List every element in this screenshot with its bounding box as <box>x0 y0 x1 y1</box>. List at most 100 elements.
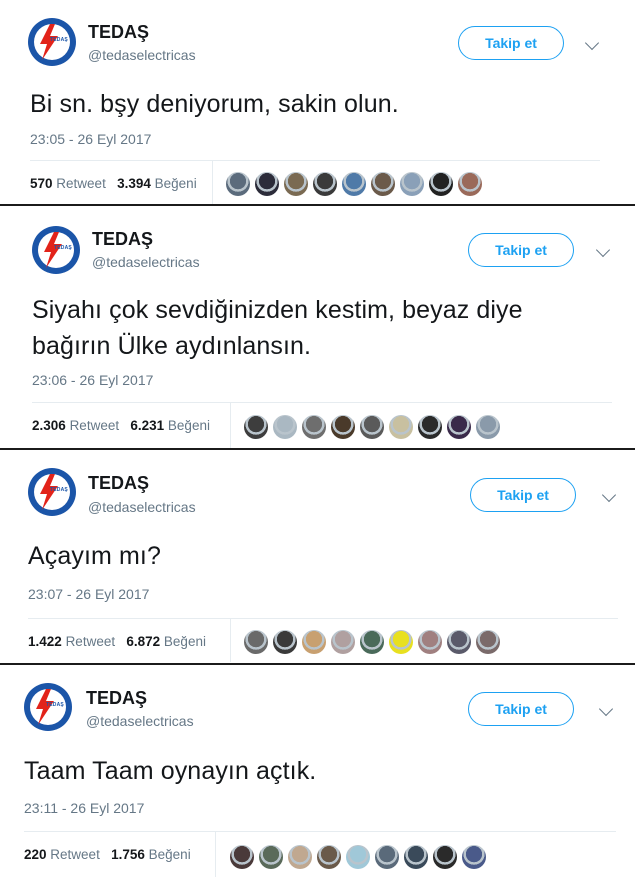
liker-avatar[interactable] <box>389 415 413 439</box>
logo-text: TEDAŞ <box>46 702 64 708</box>
chevron-down-icon[interactable] <box>601 487 617 503</box>
liker-avatar[interactable] <box>273 630 297 654</box>
retweet-count[interactable]: 570 <box>30 176 53 191</box>
tweet-stats: 2.306 Retweet 6.231 Beğeni <box>32 418 210 433</box>
follow-button[interactable]: Takip et <box>468 233 574 267</box>
tedas-logo-avatar[interactable]: TEDAŞ <box>32 226 80 274</box>
stats-divider <box>30 160 600 161</box>
like-count[interactable]: 1.756 <box>111 847 145 862</box>
liker-avatar[interactable] <box>331 415 355 439</box>
tedas-logo-avatar[interactable]: TEDAŞ <box>24 683 72 731</box>
tedas-logo-avatar[interactable]: TEDAŞ <box>28 18 76 66</box>
liker-avatar[interactable] <box>476 630 500 654</box>
liker-avatar[interactable] <box>317 845 341 869</box>
liker-avatars <box>244 415 500 439</box>
liker-avatar[interactable] <box>360 630 384 654</box>
like-count[interactable]: 6.872 <box>126 634 160 649</box>
stats-separator <box>215 831 216 877</box>
liker-avatars <box>230 845 486 869</box>
like-count[interactable]: 6.231 <box>130 418 164 433</box>
liker-avatar[interactable] <box>255 172 279 196</box>
account-name[interactable]: TEDAŞ <box>88 473 149 494</box>
tweet-card: TEDAŞ TEDAŞ @tedaselectricas Takip et Bi sn.… <box>0 0 635 204</box>
liker-avatar[interactable] <box>447 415 471 439</box>
retweet-count[interactable]: 1.422 <box>28 634 62 649</box>
stats-separator <box>230 402 231 448</box>
like-label[interactable]: Beğeni <box>155 176 197 191</box>
liker-avatar[interactable] <box>404 845 428 869</box>
liker-avatar[interactable] <box>433 845 457 869</box>
liker-avatar[interactable] <box>375 845 399 869</box>
stats-separator <box>212 160 213 204</box>
tweet-card: TEDAŞ TEDAŞ @tedaselectricas Takip et Taam T… <box>0 665 635 880</box>
liker-avatar[interactable] <box>476 415 500 439</box>
tweet-timestamp[interactable]: 23:11 - 26 Eyl 2017 <box>24 800 144 816</box>
retweet-count[interactable]: 220 <box>24 847 47 862</box>
follow-button[interactable]: Takip et <box>468 692 574 726</box>
tweet-text: Siyahı çok sevdiğinizden kestim, beyaz d… <box>32 296 523 360</box>
liker-avatar[interactable] <box>230 845 254 869</box>
stats-separator <box>230 618 231 662</box>
chevron-down-icon[interactable] <box>584 35 600 51</box>
tweet-card: TEDAŞ TEDAŞ @tedaselectricas Takip et Siyahı… <box>0 206 635 448</box>
liker-avatar[interactable] <box>244 415 268 439</box>
retweet-label[interactable]: Retweet <box>56 176 106 191</box>
liker-avatars <box>226 172 482 196</box>
tweet-text: Bi sn. bşy deniyorum, sakin olun. <box>30 90 399 118</box>
retweet-count[interactable]: 2.306 <box>32 418 66 433</box>
liker-avatar[interactable] <box>259 845 283 869</box>
tweet-timestamp[interactable]: 23:06 - 26 Eyl 2017 <box>32 372 153 388</box>
liker-avatar[interactable] <box>418 415 442 439</box>
logo-text: TEDAŞ <box>50 487 68 493</box>
retweet-label[interactable]: Retweet <box>70 418 120 433</box>
liker-avatar[interactable] <box>371 172 395 196</box>
liker-avatar[interactable] <box>389 630 413 654</box>
chevron-down-icon[interactable] <box>595 242 611 258</box>
liker-avatar[interactable] <box>302 415 326 439</box>
account-handle[interactable]: @tedaselectricas <box>88 499 196 515</box>
tweet-text: Taam Taam oynayın açtık. <box>24 757 317 785</box>
like-label[interactable]: Beğeni <box>168 418 210 433</box>
liker-avatar[interactable] <box>346 845 370 869</box>
account-name[interactable]: TEDAŞ <box>92 229 153 250</box>
chevron-down-icon[interactable] <box>598 701 614 717</box>
like-label[interactable]: Beğeni <box>164 634 206 649</box>
liker-avatar[interactable] <box>429 172 453 196</box>
liker-avatar[interactable] <box>400 172 424 196</box>
tedas-logo-avatar[interactable]: TEDAŞ <box>28 468 76 516</box>
liker-avatar[interactable] <box>447 630 471 654</box>
liker-avatar[interactable] <box>418 630 442 654</box>
liker-avatar[interactable] <box>458 172 482 196</box>
liker-avatar[interactable] <box>284 172 308 196</box>
stats-divider <box>24 831 616 832</box>
tweet-timestamp[interactable]: 23:05 - 26 Eyl 2017 <box>30 131 151 147</box>
retweet-label[interactable]: Retweet <box>66 634 116 649</box>
liker-avatar[interactable] <box>331 630 355 654</box>
liker-avatar[interactable] <box>462 845 486 869</box>
liker-avatar[interactable] <box>342 172 366 196</box>
like-label[interactable]: Beğeni <box>149 847 191 862</box>
follow-button[interactable]: Takip et <box>458 26 564 60</box>
liker-avatar[interactable] <box>313 172 337 196</box>
account-handle[interactable]: @tedaselectricas <box>86 713 194 729</box>
liker-avatar[interactable] <box>302 630 326 654</box>
liker-avatar[interactable] <box>244 630 268 654</box>
like-count[interactable]: 3.394 <box>117 176 151 191</box>
liker-avatar[interactable] <box>273 415 297 439</box>
account-name[interactable]: TEDAŞ <box>88 22 149 43</box>
liker-avatar[interactable] <box>226 172 250 196</box>
stats-divider <box>32 402 612 403</box>
follow-button[interactable]: Takip et <box>470 478 576 512</box>
liker-avatar[interactable] <box>288 845 312 869</box>
tweet-card: TEDAŞ TEDAŞ @tedaselectricas Takip et Açayım… <box>0 450 635 663</box>
stats-divider <box>28 618 618 619</box>
liker-avatar[interactable] <box>360 415 384 439</box>
account-handle[interactable]: @tedaselectricas <box>92 254 200 270</box>
account-handle[interactable]: @tedaselectricas <box>88 47 196 63</box>
tweet-stats: 1.422 Retweet 6.872 Beğeni <box>28 634 206 649</box>
tweet-timestamp[interactable]: 23:07 - 26 Eyl 2017 <box>28 586 149 602</box>
retweet-label[interactable]: Retweet <box>50 847 100 862</box>
tweet-text: Açayım mı? <box>28 542 161 570</box>
account-name[interactable]: TEDAŞ <box>86 688 147 709</box>
logo-text: TEDAŞ <box>50 37 68 43</box>
